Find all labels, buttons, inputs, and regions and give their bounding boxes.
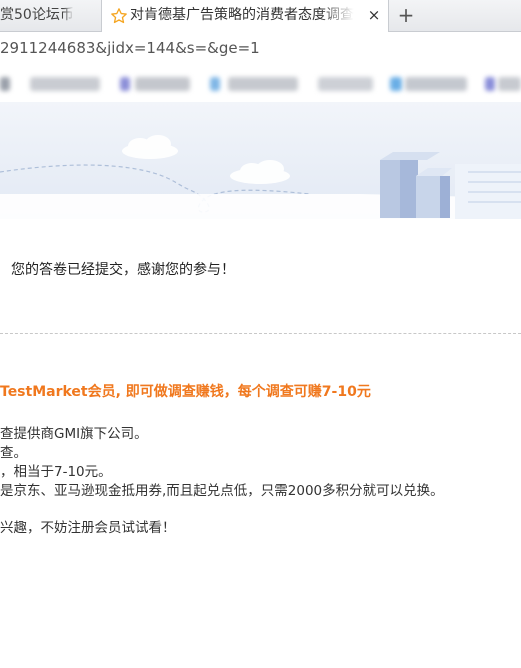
promo-description: 查提供商GMI旗下公司。 查。 ，相当于7-10元。 是京东、亚马逊现金抵用券,… [0, 425, 444, 501]
submission-thanks-message: 您的答卷已经提交，感谢您的参与！ [11, 262, 235, 278]
bookmark-item[interactable] [210, 77, 220, 91]
tab-bar: 赏50论坛币 对肯德基广告策略的消费者态度调查 × + [0, 0, 521, 32]
address-bar[interactable]: 2911244683&jidx=144&s=&ge=1 [0, 32, 521, 65]
close-tab-button[interactable]: × [366, 0, 382, 31]
tab-label: 赏50论坛币 [0, 7, 74, 23]
new-tab-button[interactable]: + [389, 0, 423, 31]
bookmark-item[interactable] [120, 77, 130, 91]
bookmark-item[interactable] [405, 77, 467, 91]
bookmark-item[interactable] [498, 77, 521, 91]
bookmark-item[interactable] [390, 77, 402, 91]
bookmark-item[interactable] [485, 77, 495, 91]
header-banner [0, 102, 521, 219]
bookmark-item[interactable] [135, 77, 190, 91]
promo-heading: TestMarket会员, 即可做调查赚钱，每个调查可赚7-10元 [0, 384, 371, 400]
bookmark-item[interactable] [318, 77, 373, 91]
bookmark-item[interactable] [228, 77, 298, 91]
promo-footer: 兴趣，不妨注册会员试试看！ [0, 520, 176, 536]
promo-line: 是京东、亚马逊现金抵用券,而且起兑点低，只需2000多积分就可以兑换。 [0, 483, 444, 499]
section-divider [0, 333, 521, 334]
bookmark-item[interactable] [30, 77, 100, 91]
tab-label: 对肯德基广告策略的消费者态度调查 [130, 7, 354, 23]
bookmark-item[interactable] [0, 77, 10, 91]
tab-forum[interactable]: 赏50论坛币 [0, 0, 100, 31]
promo-line: 查。 [0, 445, 27, 461]
bookmarks-bar [0, 66, 521, 102]
promo-line: ，相当于7-10元。 [0, 464, 112, 480]
promo-line: 查提供商GMI旗下公司。 [0, 426, 148, 442]
star-icon [111, 8, 127, 24]
tab-survey[interactable]: 对肯德基广告策略的消费者态度调查 × [101, 0, 389, 32]
banner-illustration [0, 102, 521, 219]
